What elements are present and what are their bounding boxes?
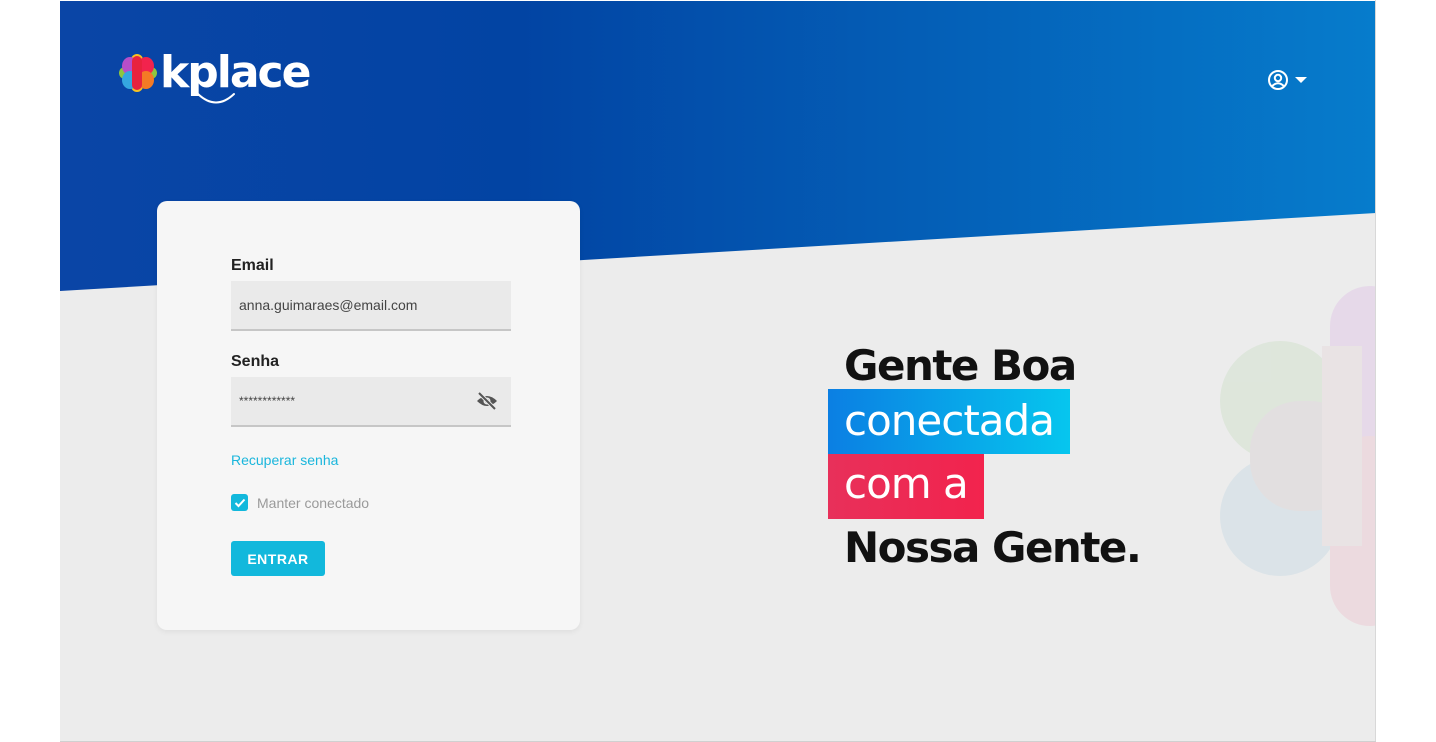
slogan-line-3: com a bbox=[828, 454, 984, 519]
kplace-logo-mark bbox=[119, 54, 157, 92]
email-input[interactable] bbox=[239, 297, 511, 313]
login-button[interactable]: ENTRAR bbox=[231, 541, 325, 576]
kplace-logo[interactable]: kplace bbox=[118, 47, 311, 104]
email-label: Email bbox=[231, 257, 274, 274]
check-icon bbox=[234, 498, 245, 507]
window-edge bbox=[1375, 0, 1376, 742]
user-menu[interactable] bbox=[1267, 69, 1307, 91]
login-page: kplace Email Senha ************ bbox=[60, 1, 1376, 742]
slogan: Gente Boa conectada com a Nossa Gente. bbox=[828, 341, 1156, 575]
eye-off-icon bbox=[477, 391, 497, 411]
password-field[interactable]: ************ bbox=[231, 377, 511, 427]
login-card: Email Senha ************ Recuperar senha bbox=[157, 201, 580, 630]
caret-down-icon bbox=[1295, 77, 1307, 83]
email-field[interactable] bbox=[231, 281, 511, 331]
slogan-line-1: Gente Boa bbox=[844, 341, 1077, 390]
remember-me[interactable]: Manter conectado bbox=[231, 494, 369, 511]
remember-checkbox[interactable] bbox=[231, 494, 248, 511]
toggle-password-button[interactable] bbox=[475, 391, 499, 414]
forgot-password-link[interactable]: Recuperar senha bbox=[231, 452, 338, 468]
logo-smile-icon bbox=[197, 93, 235, 104]
remember-label: Manter conectado bbox=[257, 494, 370, 511]
slogan-line-4: Nossa Gente. bbox=[844, 523, 1142, 572]
account-circle-icon bbox=[1268, 70, 1288, 90]
password-value[interactable]: ************ bbox=[239, 394, 295, 408]
password-label: Senha bbox=[231, 353, 280, 370]
logo-wordmark: kplace bbox=[160, 47, 311, 98]
decorative-brand-shapes bbox=[1220, 286, 1376, 626]
slogan-line-2: conectada bbox=[828, 389, 1070, 454]
